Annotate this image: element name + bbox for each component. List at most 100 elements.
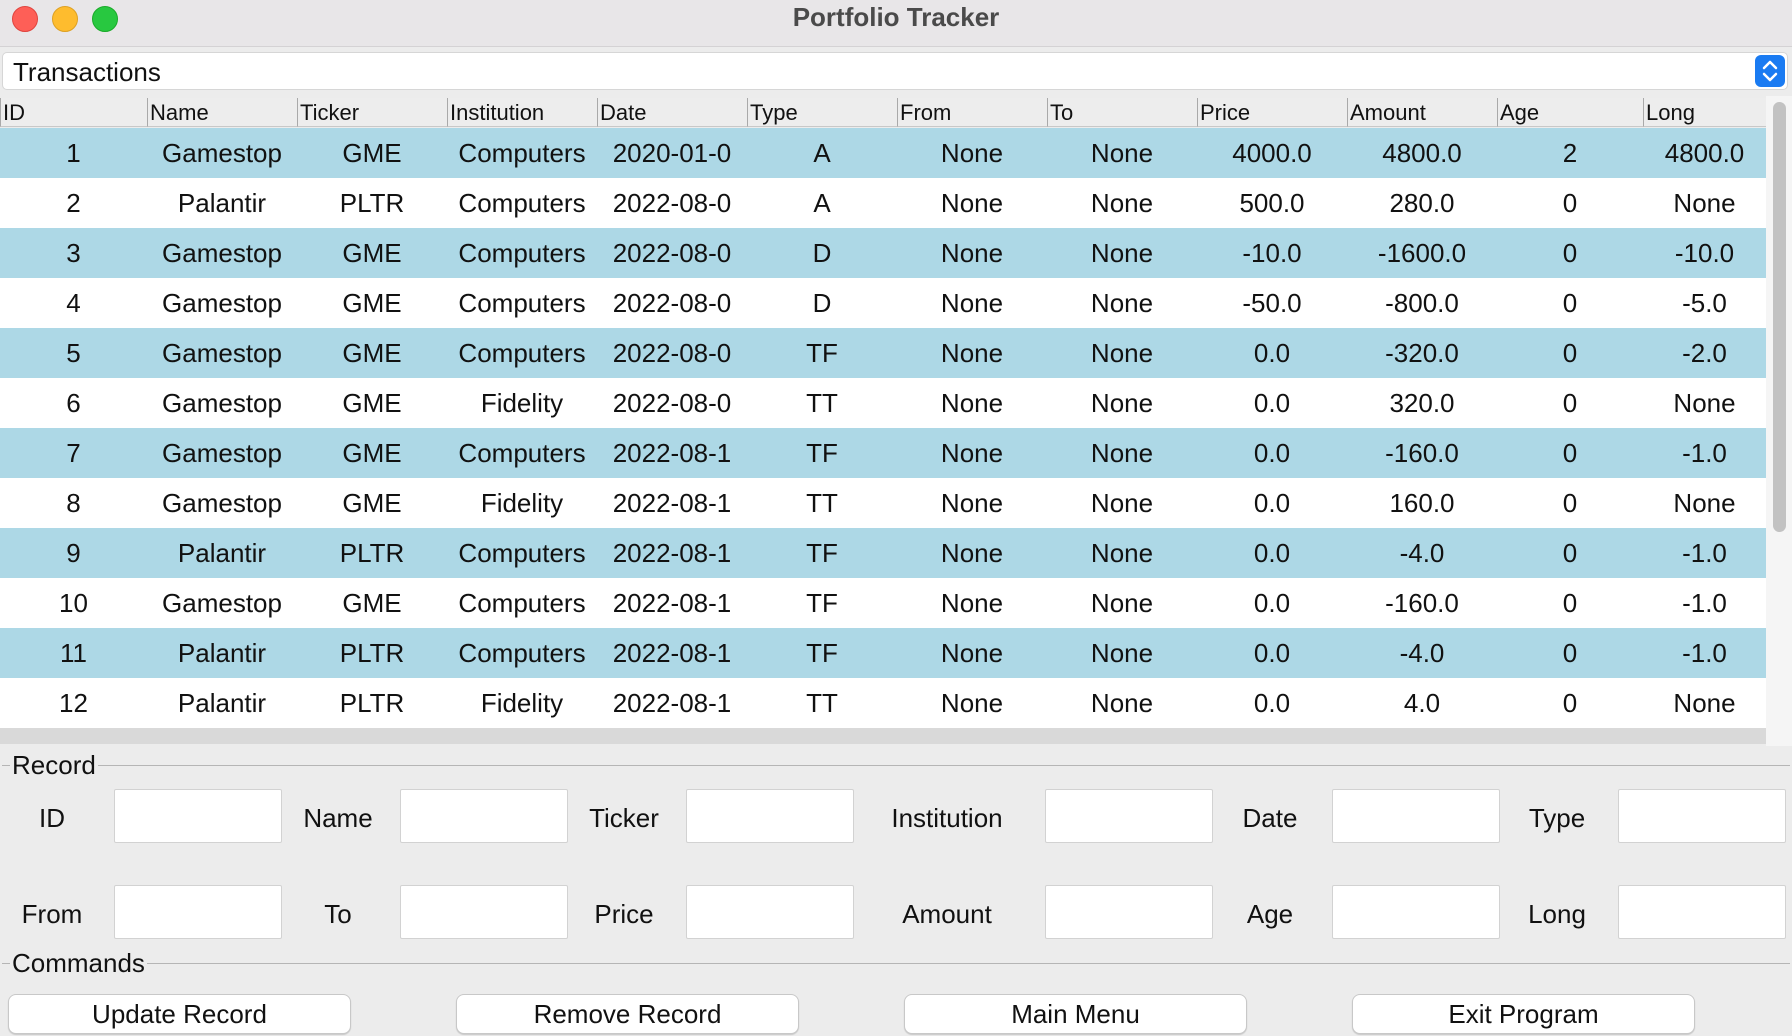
select-arrows-icon[interactable] — [1755, 55, 1785, 87]
record-input-amount[interactable] — [1045, 885, 1213, 939]
cell-ticker: GME — [342, 238, 402, 268]
cell-from: None — [940, 188, 1004, 218]
column-header-from[interactable]: From — [897, 98, 1047, 127]
cell-price: 0.0 — [1253, 438, 1291, 468]
exit-program-button[interactable]: Exit Program — [1352, 994, 1695, 1034]
cell-institution: Fidelity — [480, 388, 564, 418]
cell-long: -1.0 — [1682, 638, 1727, 668]
cell-institution: Computers — [458, 438, 586, 468]
transactions-table[interactable]: ID Name Ticker Institution Date Type From To Pri… — [0, 96, 1766, 746]
record-label-to: To — [324, 899, 352, 929]
column-header-type[interactable]: Type — [747, 98, 897, 127]
record-input-name[interactable] — [400, 789, 568, 843]
cell-to: None — [1090, 538, 1154, 568]
cell-long: -10.0 — [1674, 238, 1735, 268]
record-label-institution: Institution — [891, 803, 1003, 833]
cell-to: None — [1090, 688, 1154, 718]
table-row[interactable]: 2 Palantir PLTR Computers 2022-08-0 A None None… — [0, 178, 1766, 228]
table-row[interactable]: 4 Gamestop GME Computers 2022-08-0 D None None -… — [0, 278, 1766, 328]
main-menu-button[interactable]: Main Menu — [904, 994, 1247, 1034]
cell-institution: Computers — [458, 288, 586, 318]
cell-age: 0 — [1562, 588, 1578, 618]
record-input-id[interactable] — [114, 789, 282, 843]
cell-from: None — [940, 488, 1004, 518]
cell-from: None — [940, 288, 1004, 318]
cell-name: Palantir — [177, 188, 267, 218]
cell-name: Gamestop — [162, 288, 282, 318]
cell-price: -10.0 — [1242, 238, 1302, 268]
record-input-date[interactable] — [1332, 789, 1500, 843]
cell-institution: Computers — [458, 188, 586, 218]
column-header-date[interactable]: Date — [597, 98, 747, 127]
column-header-price[interactable]: Price — [1197, 98, 1347, 127]
cell-amount: 320.0 — [1389, 388, 1455, 418]
cell-type: TT — [806, 488, 838, 518]
record-input-to[interactable] — [400, 885, 568, 939]
table-row[interactable]: 9 Palantir PLTR Computers 2022-08-1 TF None Non… — [0, 528, 1766, 578]
record-input-institution[interactable] — [1045, 789, 1213, 843]
column-header-name[interactable]: Name — [147, 98, 297, 127]
cell-id: 8 — [66, 488, 81, 518]
cell-age: 0 — [1562, 188, 1578, 218]
column-header-ticker[interactable]: Ticker — [297, 98, 447, 127]
cell-date: 2022-08-1 — [612, 588, 732, 618]
vertical-scrollbar-thumb[interactable] — [1773, 102, 1786, 532]
column-header-id[interactable]: ID — [0, 98, 147, 127]
record-input-from[interactable] — [114, 885, 282, 939]
table-row[interactable]: 6 Gamestop GME Fidelity 2022-08-0 TT None None 0… — [0, 378, 1766, 428]
table-row[interactable]: 10 Gamestop GME Computers 2022-08-1 TF None Non… — [0, 578, 1766, 628]
record-group-label: Record — [10, 750, 98, 781]
table-row[interactable]: 5 Gamestop GME Computers 2022-08-0 TF None None… — [0, 328, 1766, 378]
cell-amount: 280.0 — [1389, 188, 1455, 218]
record-input-ticker[interactable] — [686, 789, 854, 843]
record-input-long[interactable] — [1618, 885, 1786, 939]
cell-date: 2022-08-1 — [612, 688, 732, 718]
cell-type: TF — [806, 638, 838, 668]
horizontal-scrollbar[interactable] — [0, 728, 1766, 744]
cell-name: Gamestop — [162, 138, 282, 168]
cell-amount: 4.0 — [1403, 688, 1441, 718]
cell-type: D — [812, 238, 832, 268]
cell-to: None — [1090, 638, 1154, 668]
cell-from: None — [940, 338, 1004, 368]
update-record-button[interactable]: Update Record — [8, 994, 351, 1034]
cell-amount: 4800.0 — [1382, 138, 1462, 168]
table-row[interactable]: 12 Palantir PLTR Fidelity 2022-08-1 TT None Non… — [0, 678, 1766, 728]
cell-age: 0 — [1562, 388, 1578, 418]
column-header-amount[interactable]: Amount — [1347, 98, 1497, 127]
column-header-to[interactable]: To — [1047, 98, 1197, 127]
record-input-price[interactable] — [686, 885, 854, 939]
cell-ticker: PLTR — [339, 538, 405, 568]
cell-price: 0.0 — [1253, 338, 1291, 368]
record-label-long: Long — [1528, 899, 1586, 929]
cell-name: Palantir — [177, 688, 267, 718]
record-input-age[interactable] — [1332, 885, 1500, 939]
window-title: Portfolio Tracker — [792, 2, 1000, 32]
record-label-price: Price — [594, 899, 654, 929]
cell-type: A — [813, 138, 831, 168]
record-label-name: Name — [303, 803, 373, 833]
column-header-institution[interactable]: Institution — [447, 98, 597, 127]
cell-amount: -320.0 — [1385, 338, 1459, 368]
cell-date: 2022-08-1 — [612, 538, 732, 568]
cell-type: TF — [806, 538, 838, 568]
record-label-id: ID — [39, 803, 65, 833]
record-label-ticker: Ticker — [589, 803, 659, 833]
cell-long: None — [1673, 188, 1736, 218]
remove-record-button[interactable]: Remove Record — [456, 994, 799, 1034]
view-select[interactable]: Transactions — [2, 52, 1788, 90]
record-input-type[interactable] — [1618, 789, 1786, 843]
cell-to: None — [1090, 188, 1154, 218]
column-header-long[interactable]: Long — [1643, 98, 1766, 127]
cell-age: 0 — [1562, 638, 1578, 668]
table-row[interactable]: 8 Gamestop GME Fidelity 2022-08-1 TT None None 0… — [0, 478, 1766, 528]
cell-id: 7 — [66, 438, 81, 468]
cell-institution: Computers — [458, 638, 586, 668]
column-header-age[interactable]: Age — [1497, 98, 1643, 127]
cell-price: 0.0 — [1253, 388, 1291, 418]
cell-type: D — [812, 288, 832, 318]
table-row[interactable]: 11 Palantir PLTR Computers 2022-08-1 TF None No… — [0, 628, 1766, 678]
table-row[interactable]: 3 Gamestop GME Computers 2022-08-0 D None None -… — [0, 228, 1766, 278]
table-row[interactable]: 1 Gamestop GME Computers 2020-01-0 A None None 4… — [0, 128, 1766, 178]
table-row[interactable]: 7 Gamestop GME Computers 2022-08-1 TF None None… — [0, 428, 1766, 478]
